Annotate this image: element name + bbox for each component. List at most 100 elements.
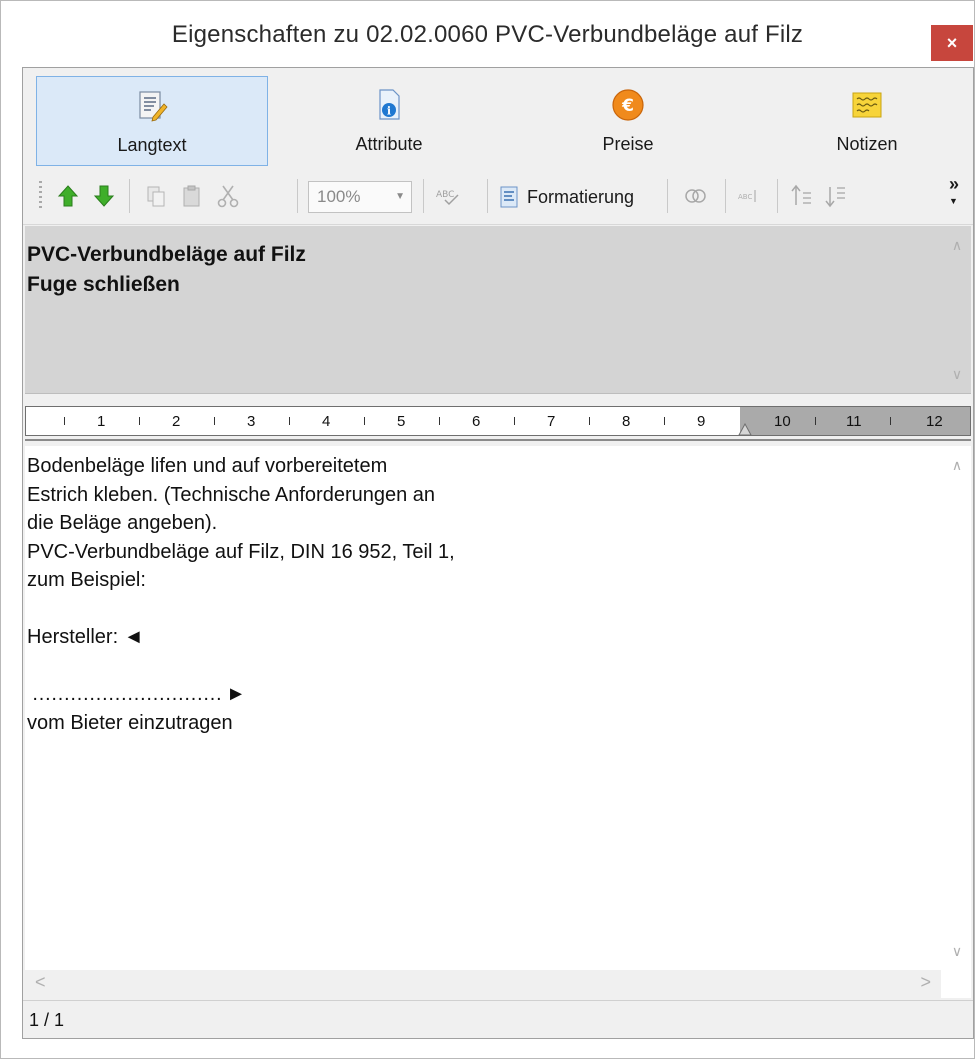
svg-text:ABC: ABC xyxy=(738,193,752,201)
toolbar-separator xyxy=(487,179,488,213)
formatting-label: Formatierung xyxy=(527,186,635,207)
toolbar-overflow-button[interactable]: » ▼ xyxy=(949,174,960,208)
long-text-line: Bodenbeläge lifen und auf vorbereitetem xyxy=(27,455,388,477)
copy-button[interactable] xyxy=(141,181,171,211)
ruler-number: 12 xyxy=(926,413,943,430)
ruler-tick xyxy=(364,417,365,425)
short-text-line: PVC-Verbundbeläge auf Filz xyxy=(27,243,306,266)
field-button[interactable]: ABC xyxy=(735,181,765,211)
ruler-tick xyxy=(139,417,140,425)
ruler-tick xyxy=(815,417,816,425)
sort-ascending-icon xyxy=(791,184,811,205)
formatting-button[interactable]: Formatierung xyxy=(499,181,634,213)
ruler-bar[interactable]: 1 2 3 4 5 6 7 8 9 10 11 12 xyxy=(25,406,971,436)
toolbar-separator xyxy=(725,179,726,213)
scroll-up-icon[interactable]: ∧ xyxy=(943,232,971,258)
long-text-line xyxy=(25,652,971,681)
scroll-down-icon[interactable]: ∨ xyxy=(943,361,971,387)
cut-button[interactable] xyxy=(213,181,243,211)
toolbar-separator xyxy=(777,179,778,213)
ruler-number: 6 xyxy=(472,413,481,430)
svg-text:€: € xyxy=(621,96,634,116)
ruler-number: 9 xyxy=(697,413,706,430)
properties-window: Eigenschaften zu 02.02.0060 PVC-Verbundb… xyxy=(0,0,975,1059)
ruler-tick xyxy=(589,417,590,425)
move-down-button[interactable] xyxy=(89,181,119,211)
spellcheck-icon: ABC xyxy=(436,190,459,206)
formatting-icon xyxy=(500,186,518,208)
rings-icon xyxy=(685,189,706,203)
tab-langtext[interactable]: Langtext xyxy=(36,76,268,166)
ruler-tick xyxy=(439,417,440,425)
link-button[interactable] xyxy=(679,181,713,211)
close-button[interactable]: × xyxy=(931,25,973,61)
long-text-line: Estrich kleben. (Technische Anforderunge… xyxy=(27,483,436,506)
svg-text:i: i xyxy=(387,105,391,118)
status-bar: 1 / 1 xyxy=(23,1000,973,1038)
paste-icon xyxy=(183,185,200,207)
ruler-number: 10 xyxy=(774,413,791,430)
scroll-left-icon[interactable]: < xyxy=(35,972,46,993)
page-indicator: 1 / 1 xyxy=(29,1010,65,1030)
toolbar-grip[interactable] xyxy=(39,181,42,211)
tab-preise-label: Preise xyxy=(602,134,654,154)
ruler-tick xyxy=(664,417,665,425)
short-text-scrollbar[interactable]: ∧ ∨ xyxy=(943,226,971,393)
ruler-divider xyxy=(25,439,971,441)
long-text-line: zum Beispiel: xyxy=(27,569,146,591)
title-bar: Eigenschaften zu 02.02.0060 PVC-Verbundb… xyxy=(1,1,974,67)
scroll-down-icon[interactable]: ∨ xyxy=(943,938,971,964)
scroll-up-icon[interactable]: ∧ xyxy=(943,452,971,478)
formatting-toolbar: 100% ▼ ABC Formatierung ABC » ▼ xyxy=(23,169,973,225)
ruler-number: 4 xyxy=(322,413,331,430)
zoom-select[interactable]: 100% ▼ xyxy=(308,181,412,213)
toolbar-separator xyxy=(667,179,668,213)
manufacturer-field[interactable]: Hersteller: ◄ xyxy=(25,623,971,652)
scissors-icon xyxy=(217,185,239,208)
short-text-line: Fuge schließen xyxy=(27,273,180,296)
ruler-number: 8 xyxy=(622,413,631,430)
window-title: Eigenschaften zu 02.02.0060 PVC-Verbundb… xyxy=(171,21,804,48)
long-text-editor[interactable]: Bodenbeläge lifen und auf vorbereitetem … xyxy=(25,446,971,998)
svg-text:ABC: ABC xyxy=(436,190,454,200)
move-up-button[interactable] xyxy=(53,181,83,211)
long-text-line: die Beläge angeben). xyxy=(27,512,218,534)
tab-notizen-label: Notizen xyxy=(836,134,898,154)
toolbar-separator xyxy=(297,179,298,213)
paste-button[interactable] xyxy=(177,181,207,211)
short-text-area[interactable]: PVC-Verbundbeläge auf Filz Fuge schließe… xyxy=(25,226,971,394)
chevron-down-icon: ▼ xyxy=(949,196,958,206)
ruler-tick xyxy=(890,417,891,425)
right-indent-marker[interactable] xyxy=(738,423,752,437)
document-pen-icon xyxy=(139,91,168,122)
ruler-tick xyxy=(214,417,215,425)
spellcheck-button[interactable]: ABC xyxy=(433,181,463,211)
dialog-client: Langtext i Attribute € Preise Notizen 10… xyxy=(22,67,974,1039)
bidder-entry-field[interactable]: ………………………… ► xyxy=(25,680,971,709)
ruler-number: 3 xyxy=(247,413,256,430)
ruler-tick xyxy=(514,417,515,425)
long-text-line: PVC-Verbundbeläge auf Filz, DIN 16 952, … xyxy=(27,540,455,563)
editor-vertical-scrollbar[interactable]: ∧ ∨ xyxy=(943,446,971,970)
tab-attribute[interactable]: i Attribute xyxy=(273,76,505,166)
ruler-number: 5 xyxy=(397,413,406,430)
long-text-line xyxy=(25,595,971,624)
tab-notizen[interactable]: Notizen xyxy=(751,76,975,166)
green-arrow-down-icon xyxy=(93,185,115,207)
tab-langtext-label: Langtext xyxy=(117,135,187,155)
copy-icon xyxy=(147,186,165,207)
sort-descending-button[interactable] xyxy=(821,181,851,211)
editor-horizontal-scrollbar[interactable]: < > xyxy=(25,970,941,998)
sort-ascending-button[interactable] xyxy=(787,181,817,211)
overflow-icon: » xyxy=(949,174,960,194)
euro-icon: € xyxy=(612,89,644,121)
toolbar-separator xyxy=(129,179,130,213)
ruler-tick xyxy=(64,417,65,425)
text-field-icon: ABC xyxy=(738,190,756,202)
scroll-right-icon[interactable]: > xyxy=(920,972,931,993)
ruler: 1 2 3 4 5 6 7 8 9 10 11 12 xyxy=(25,398,971,442)
info-document-icon: i xyxy=(379,89,400,120)
ruler-number: 2 xyxy=(172,413,181,430)
tab-preise[interactable]: € Preise xyxy=(512,76,744,166)
close-icon: × xyxy=(946,32,958,53)
